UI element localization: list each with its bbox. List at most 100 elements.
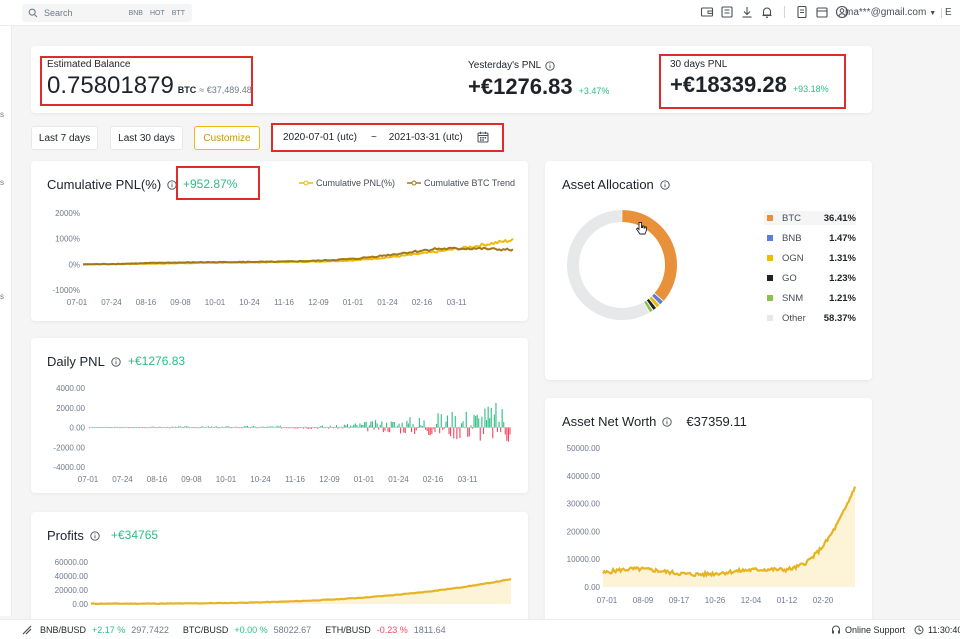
daily-bar [146, 427, 148, 429]
ticker-signal-icon [22, 625, 32, 634]
daily-pnl-title: Daily PNL [47, 354, 105, 369]
profits-value: +€34765 [111, 528, 159, 542]
legend-cumulative-pnl[interactable]: Cumulative PNL(%) [299, 178, 395, 188]
allocation-row-ogn[interactable]: OGN 1.31% [764, 251, 856, 265]
thirty-days-pnl-label: 30 days PNL [670, 59, 728, 70]
yesterday-pnl-label: Yesterday's PNL [468, 60, 542, 71]
y-tick-label: 0.00 [69, 424, 85, 433]
y-tick-label: 2000.00 [56, 404, 85, 413]
daily-bar [378, 427, 380, 430]
daily-bar [246, 425, 248, 428]
bell-icon[interactable] [760, 5, 774, 19]
ticker-item[interactable]: ETH/BUSD -0.23 % 1811.64 [325, 625, 445, 635]
legend-btc-trend[interactable]: Cumulative BTC Trend [407, 178, 515, 188]
daily-bar [437, 413, 439, 428]
daily-bar [192, 427, 194, 428]
search-box[interactable]: Search BNB HOT BTT [22, 4, 192, 22]
daily-bar [462, 421, 464, 428]
daily-bar [139, 427, 141, 429]
daily-bar [295, 427, 297, 429]
daily-bar [259, 426, 261, 428]
info-icon[interactable] [111, 356, 121, 367]
clock: 11:30:40 [914, 625, 960, 635]
info-icon[interactable] [545, 60, 555, 71]
daily-bar [314, 427, 316, 429]
last-7-days-button[interactable]: Last 7 days [31, 126, 98, 150]
search-tag-hot[interactable]: HOT [150, 10, 165, 17]
customize-button[interactable]: Customize [194, 126, 260, 150]
search-tag-btt[interactable]: BTT [172, 10, 185, 17]
daily-bar [461, 423, 463, 428]
daily-bar [329, 425, 331, 428]
date-range-picker[interactable]: 2020-07-01 (utc) ~ 2021-03-31 (utc) [272, 124, 502, 150]
allocation-row-btc[interactable]: BTC 36.41% [764, 211, 856, 225]
legend-swatch [767, 295, 773, 301]
end-date[interactable]: 2021-03-31 (utc) [389, 132, 463, 143]
ticker-change: -0.23 % [376, 624, 408, 635]
daily-bar [353, 424, 355, 428]
chart-legend: Cumulative PNL(%) Cumulative BTC Trend [299, 178, 515, 188]
language-selector[interactable]: E [945, 7, 952, 18]
daily-bar [217, 427, 219, 429]
y-tick-label: 0.00 [72, 600, 88, 609]
download-icon[interactable] [740, 5, 754, 19]
daily-bar [406, 420, 408, 428]
account-email: ma***@gmail.com [845, 7, 927, 18]
online-support-link[interactable]: Online Support [831, 625, 905, 635]
daily-bar [509, 427, 511, 435]
daily-bar [390, 421, 392, 428]
daily-bar [306, 427, 308, 429]
y-tick-label: -4000.00 [53, 463, 85, 472]
asset-net-worth-title-row: Asset Net Worth €37359.11 [562, 414, 747, 429]
sidebar-fragment: s [0, 110, 4, 119]
search-tag-bnb[interactable]: BNB [129, 10, 143, 17]
daily-bar [395, 427, 397, 428]
daily-bar [254, 426, 256, 428]
allocation-row-other[interactable]: Other 58.37% [764, 311, 856, 325]
daily-bar [179, 426, 181, 428]
daily-bar [479, 427, 481, 441]
daily-bar [143, 427, 145, 429]
info-icon[interactable] [167, 179, 177, 190]
ticker-item[interactable]: BNB/BUSD +2.17 % 297.7422 [40, 625, 169, 635]
calendar-icon[interactable] [815, 5, 829, 19]
daily-bar [99, 427, 101, 428]
daily-bar [451, 412, 453, 428]
daily-bar [340, 426, 342, 428]
daily-bar [443, 427, 445, 429]
daily-pnl-value: +€1276.83 [128, 354, 186, 368]
daily-bar [237, 427, 239, 429]
daily-bar [218, 427, 220, 429]
cumulative-pnl-value: +952.87% [183, 177, 238, 191]
ticker-item[interactable]: BTC/BUSD +0.00 % 58022.67 [183, 625, 311, 635]
yesterday-pnl-pct: +3.47% [578, 86, 610, 96]
estimated-balance-value: 0.75801879 [47, 72, 174, 99]
asset-allocation-donut[interactable] [560, 203, 685, 328]
allocation-row-snm[interactable]: SNM 1.21% [764, 291, 856, 305]
allocation-row-bnb[interactable]: BNB 1.47% [764, 231, 856, 245]
info-icon[interactable] [660, 179, 670, 190]
account-menu[interactable]: ma***@gmail.com ▼ [845, 7, 936, 18]
daily-bar [337, 427, 339, 429]
calendar-icon[interactable] [477, 131, 489, 143]
daily-bar [332, 427, 334, 429]
info-icon[interactable] [90, 530, 100, 541]
allocation-row-go[interactable]: GO 1.23% [764, 271, 856, 285]
last-30-days-button[interactable]: Last 30 days [110, 126, 183, 150]
asset-name: GO [782, 272, 797, 284]
start-date[interactable]: 2020-07-01 (utc) [283, 132, 357, 143]
info-icon[interactable] [662, 416, 673, 427]
wallet-icon[interactable] [700, 5, 714, 19]
daily-bar [290, 427, 292, 429]
x-tick-label: 10-24 [250, 475, 271, 484]
document-icon[interactable] [795, 5, 809, 19]
caret-down-icon: ▼ [929, 10, 937, 17]
daily-bar [126, 426, 128, 428]
order-icon[interactable] [720, 5, 734, 19]
daily-bar [310, 427, 312, 429]
daily-bar [326, 426, 328, 428]
profits-chart: 60000.00 40000.00 20000.00 0.00 [55, 558, 512, 609]
daily-bar [301, 427, 303, 429]
daily-bar [476, 414, 478, 428]
daily-bar [292, 427, 294, 429]
